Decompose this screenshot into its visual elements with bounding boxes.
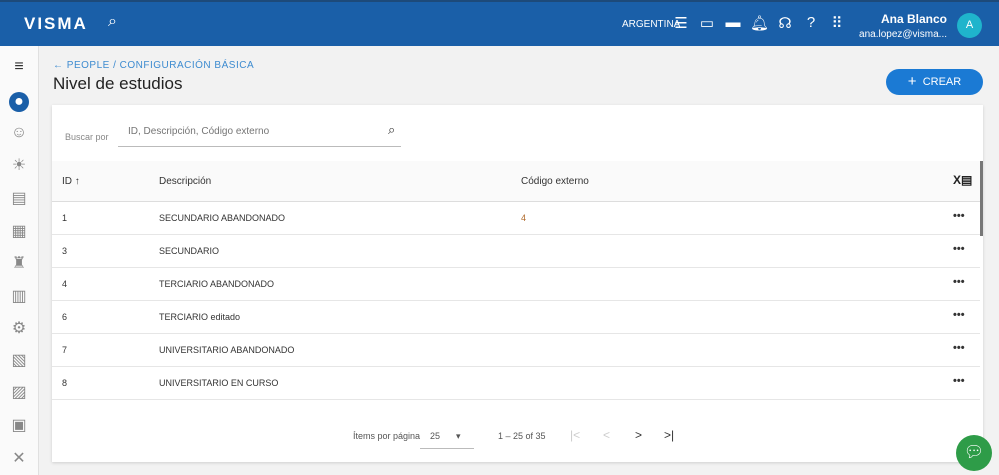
bell-icon[interactable]: 🔔︎	[750, 14, 769, 32]
search-label: Buscar por	[65, 132, 109, 142]
prev-page-icon[interactable]: <	[603, 428, 610, 442]
create-button[interactable]: + CREAR	[886, 69, 983, 95]
page-range: 1 – 25 of 35	[498, 431, 546, 441]
database-icon[interactable]: ☰	[672, 14, 690, 32]
table-row[interactable]: 6 TERCIARIO editado •••	[52, 301, 980, 334]
user-name[interactable]: Ana Blanco	[881, 12, 947, 26]
document-icon[interactable]: ▥	[9, 287, 29, 307]
column-descripcion[interactable]: Descripción	[159, 176, 211, 187]
help-icon[interactable]: ?	[802, 14, 820, 31]
create-label: CREAR	[922, 76, 962, 88]
cell-id: 3	[62, 246, 68, 256]
cell-descripcion: SECUNDARIO	[159, 246, 220, 256]
report-icon[interactable]: ▨	[9, 383, 29, 403]
back-arrow-icon[interactable]: ←	[53, 60, 64, 71]
table-header: ID ↑ Descripción Código externo X▤	[52, 161, 980, 202]
headset-icon[interactable]: ☊	[776, 14, 794, 32]
cell-descripcion: TERCIARIO editado	[159, 312, 241, 322]
more-options-icon[interactable]: •••	[953, 375, 965, 387]
folders-icon[interactable]: ▧	[9, 351, 29, 371]
tools-icon[interactable]: ✕	[9, 449, 29, 469]
folder-icon[interactable]: ▬	[724, 14, 742, 31]
chat-button[interactable]: 💬︎	[956, 435, 992, 471]
people-icon[interactable]: ●	[9, 92, 29, 112]
plus-icon: +	[907, 73, 917, 90]
cell-descripcion: UNIVERSITARIO ABANDONADO	[159, 345, 295, 355]
more-options-icon[interactable]: •••	[953, 342, 965, 354]
last-page-icon[interactable]: >|	[664, 428, 674, 442]
chat-icon: 💬︎	[963, 444, 985, 461]
chevron-down-icon: ▾	[456, 431, 461, 441]
cell-id: 7	[62, 345, 68, 355]
page-size-value: 25	[430, 431, 441, 441]
table-row[interactable]: 3 SECUNDARIO •••	[52, 235, 980, 268]
table-row[interactable]: 1 SECUNDARIO ABANDONADO 4 •••	[52, 202, 980, 235]
cell-id: 8	[62, 378, 68, 388]
first-page-icon[interactable]: |<	[570, 428, 580, 442]
page-size-select[interactable]: 25 ▾	[420, 423, 474, 449]
table-row[interactable]: 8 UNIVERSITARIO EN CURSO •••	[52, 367, 980, 400]
organization-icon[interactable]: ♜	[9, 254, 29, 274]
excel-export-icon[interactable]: X▤	[953, 173, 972, 187]
table-row[interactable]: 7 UNIVERSITARIO ABANDONADO •••	[52, 334, 980, 367]
cell-id: 6	[62, 312, 68, 322]
cell-descripcion: UNIVERSITARIO EN CURSO	[159, 378, 279, 388]
breadcrumb-config[interactable]: CONFIGURACIÓN BÁSICA	[120, 60, 254, 71]
settings-icon[interactable]: ⚙	[9, 319, 29, 339]
table-row[interactable]: 4 TERCIARIO ABANDONADO •••	[52, 268, 980, 301]
apps-grid-icon[interactable]: ⠿	[828, 14, 846, 32]
more-options-icon[interactable]: •••	[953, 276, 965, 288]
vacation-icon[interactable]: ☀	[9, 156, 29, 176]
search-icon[interactable]: ⌕	[388, 122, 395, 138]
cell-id: 1	[62, 213, 68, 223]
more-options-icon[interactable]: •••	[953, 210, 965, 222]
top-bar: VISMA ⌕ ARGENTINA ☰ ▭ ▬ 🔔︎ ☊ ? ⠿ Ana Bla…	[0, 0, 999, 46]
scrollbar[interactable]	[980, 161, 983, 236]
breadcrumb-people[interactable]: PEOPLE	[67, 60, 110, 71]
user-email: ana.lopez@visma...	[859, 29, 947, 40]
sidebar: ≡ ● ☺ ☀ ▤ ▦ ♜ ▥ ⚙ ▧ ▨ ▣ ✕	[0, 46, 39, 475]
training-icon[interactable]: ▣	[9, 416, 29, 436]
search-icon[interactable]: ⌕	[108, 13, 117, 31]
next-page-icon[interactable]: >	[635, 428, 642, 442]
clipboard-icon[interactable]: ▤	[9, 189, 29, 209]
search-input[interactable]	[118, 117, 401, 147]
menu-icon[interactable]: ≡	[9, 57, 29, 77]
items-per-page-label: Ítems por página	[353, 431, 421, 441]
more-options-icon[interactable]: •••	[953, 243, 965, 255]
cell-descripcion: TERCIARIO ABANDONADO	[159, 279, 275, 289]
monitor-icon[interactable]: ▭	[698, 14, 716, 32]
calendar-icon[interactable]: ▦	[9, 222, 29, 242]
avatar[interactable]: A	[957, 13, 982, 38]
cell-descripcion: SECUNDARIO ABANDONADO	[159, 213, 286, 223]
visma-logo[interactable]: VISMA	[24, 14, 88, 34]
page-title: Nivel de estudios	[53, 74, 183, 93]
breadcrumb-separator: /	[113, 60, 117, 71]
cell-id: 4	[62, 279, 68, 289]
employees-icon[interactable]: ☺	[9, 123, 29, 143]
column-id[interactable]: ID ↑	[62, 176, 80, 187]
column-codigo-externo[interactable]: Código externo	[521, 176, 589, 187]
more-options-icon[interactable]: •••	[953, 309, 965, 321]
table-card: Buscar por ⌕ ID ↑ Descripción Código ext…	[52, 105, 983, 462]
cell-codigo-externo: 4	[521, 213, 527, 223]
breadcrumb: ← PEOPLE / CONFIGURACIÓN BÁSICA	[53, 60, 254, 71]
